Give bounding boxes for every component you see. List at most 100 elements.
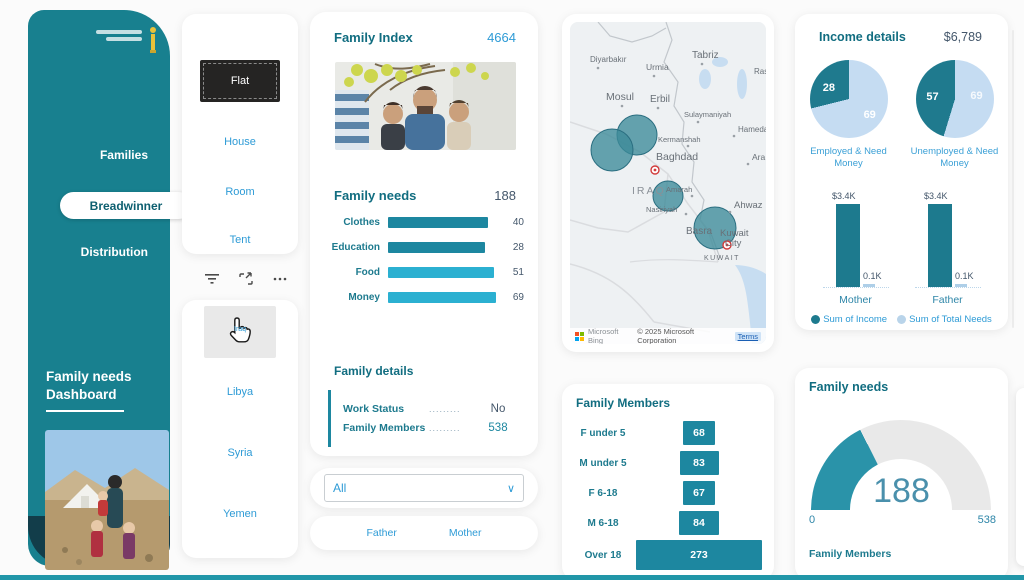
funnel-bar[interactable]: 84 [679,511,719,535]
more-options-icon[interactable] [272,272,288,286]
country-slicer-card: Iraq Libya Syria Yemen [182,300,298,558]
map-label: Hameda [738,125,766,134]
needs-bar[interactable]: 0.1K [955,284,967,287]
map-bubble[interactable] [591,129,633,171]
income-details-title: Income details [819,30,906,44]
column-group-mother: $3.4K 0.1K Mother [823,202,889,310]
map-label: Erbil [650,94,670,105]
map-terms-link[interactable]: Terms [735,332,761,341]
country-option-iraq[interactable]: Iraq [204,306,276,358]
map-label: Sulaymaniyah [684,110,731,119]
dashboard-canvas: Families Breadwinner Distribution Family… [0,0,1024,580]
column-category: Mother [823,294,889,306]
income-bar[interactable]: $3.4K [836,204,860,287]
map-label: Ara [752,152,766,162]
gauge-title: Family needs [795,368,1008,394]
funnel-row-over-18: Over 18 273 [572,540,764,570]
bottom-accent-strip [0,575,1024,580]
housing-option-house[interactable]: House [182,136,298,148]
country-option-yemen[interactable]: Yemen [182,508,298,520]
map-label: KUWAIT [704,255,740,262]
mother-button[interactable]: Mother [449,527,482,539]
map-card: Diyarbakır Urmia Tabriz Ras Mosul Erbil … [562,14,774,352]
family-needs-value: 188 [494,188,516,203]
map-label: City [725,238,742,249]
pie-caption: Employed & NeedMoney [810,146,887,170]
pie-unemployed: 57 69 Unemployed & NeedMoney [911,60,999,170]
family-photo [335,62,516,150]
bar-education [388,242,485,253]
funnel-row-m-under-5: M under 5 83 [572,450,764,476]
funnel-bar[interactable]: 83 [680,451,719,475]
country-option-libya[interactable]: Libya [182,386,298,398]
sidebar-item-breadwinner[interactable]: Breadwinner [60,192,192,219]
adjacent-card-edge [1012,30,1014,328]
detail-row-work-status: Work Status ......... No [343,403,520,415]
legend-dot-income [811,315,820,324]
income-legend: Sum of Income Sum of Total Needs [795,314,1008,325]
gauge-min: 0 [809,514,815,526]
funnel-row-m-6-18: M 6-18 84 [572,510,764,536]
column-group-father: $3.4K 0.1K Father [915,202,981,310]
map-label: Ras [754,67,766,76]
funnel-bar[interactable]: 68 [683,421,716,445]
filter-icon[interactable] [204,272,220,286]
adjacent-card-sliver [1016,388,1024,566]
family-members-funnel-chart: F under 5 68 M under 5 83 F 6-18 67 M 6-… [572,420,764,574]
bing-map[interactable]: Diyarbakır Urmia Tabriz Ras Mosul Erbil … [570,22,766,344]
map-label: Amarah [666,185,692,194]
father-button[interactable]: Father [366,527,396,539]
ngo-logo-text [96,30,142,41]
map-label: Urmia [646,62,669,72]
map-label: Basra [686,226,713,237]
family-details-box: Work Status ......... No Family Members … [328,390,520,447]
needs-row-clothes: Clothes 40 [324,214,524,231]
pie-employed: 28 69 Employed & NeedMoney [805,60,893,170]
bar-money [388,292,496,303]
family-needs-bar-chart: Clothes 40 Education 28 Food 51 Money 69 [324,214,524,314]
ngo-logo [96,26,160,56]
housing-option-tent[interactable]: Tent [182,234,298,246]
ngo-logo-figure-icon [146,26,160,56]
funnel-bar[interactable]: 273 [636,540,762,570]
income-total-value: $6,789 [944,30,982,44]
country-option-iraq-label: Iraq [234,326,246,333]
column-category: Father [915,294,981,306]
housing-option-room[interactable]: Room [182,186,298,198]
pie-chart[interactable]: 57 69 [916,60,994,138]
filter-dropdown-card: All ∨ [310,468,538,508]
sidebar-item-families[interactable]: Families [28,148,170,162]
family-index-label: Family Index [334,30,413,45]
family-needs-gauge-card: Family needs 188 0 538 Family Members [795,368,1008,580]
needs-row-education: Education 28 [324,239,524,256]
gauge-bottom-label: Family Members [809,548,891,560]
family-details-label: Family details [334,364,413,378]
funnel-bar[interactable]: 67 [683,481,715,505]
bar-clothes [388,217,488,228]
parent-slicer-card: Father Mother [310,516,538,550]
sidebar-nav: Families Breadwinner Distribution [28,148,170,289]
funnel-row-f-6-18: F 6-18 67 [572,480,764,506]
map-label: Tabriz [692,50,719,61]
pie-caption: Unemployed & NeedMoney [911,146,999,170]
camp-photo [45,430,169,570]
bar-food [388,267,494,278]
bing-logo-icon [575,332,584,341]
detail-row-family-members: Family Members ......... 538 [343,422,520,434]
needs-bar[interactable]: 0.1K [863,284,875,287]
pie-chart[interactable]: 28 69 [810,60,888,138]
all-dropdown[interactable]: All ∨ [324,474,524,502]
map-pin-baghdad [651,166,659,174]
housing-option-flat[interactable]: Flat [200,60,280,102]
bing-brand: Microsoft Bing [588,327,633,344]
country-option-syria[interactable]: Syria [182,447,298,459]
income-bar[interactable]: $3.4K [928,204,952,287]
map-label: Nasiriyah [646,205,677,214]
income-column-chart: $3.4K 0.1K Mother $3.4K 0.1K F [795,202,1008,310]
sidebar-item-distribution[interactable]: Distribution [28,245,170,259]
chevron-down-icon[interactable]: ∨ [507,482,515,495]
funnel-row-f-under-5: F under 5 68 [572,420,764,446]
gauge-max: 538 [978,514,996,526]
map-label: IRAQ [632,185,666,197]
focus-mode-icon[interactable] [238,272,254,286]
